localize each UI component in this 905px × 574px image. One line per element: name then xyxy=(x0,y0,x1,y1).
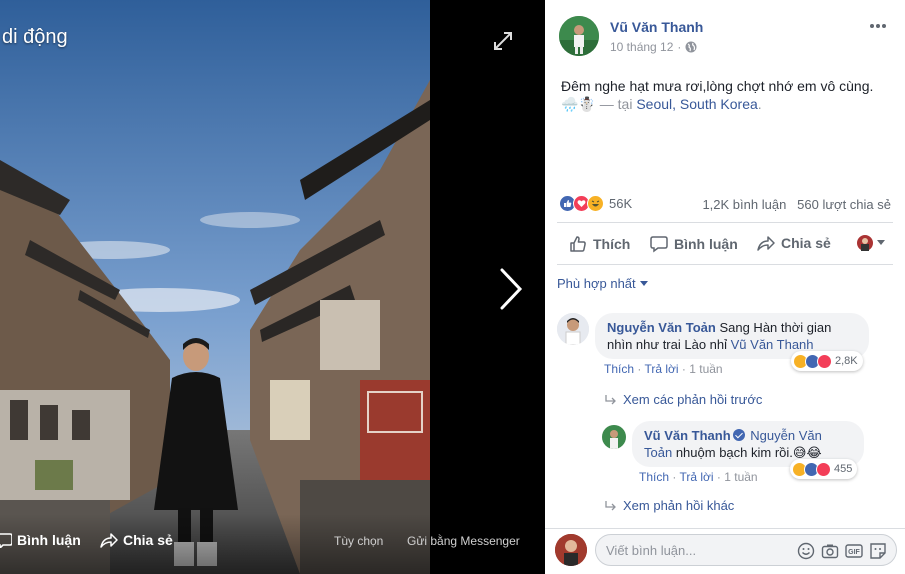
reaction-count: 56K xyxy=(609,196,633,211)
svg-text:GIF: GIF xyxy=(848,549,860,556)
photo-viewer: di động Bình luận Chia sẻ Tùy chọn Gửi b… xyxy=(0,0,905,574)
caret-down-icon xyxy=(877,240,885,245)
comment-label: Bình luận xyxy=(674,236,738,252)
share-arrow-icon xyxy=(757,236,775,251)
stats-right: 1,2K bình luận 560 lượt chia sẻ xyxy=(702,197,891,212)
reply-arrow-icon xyxy=(605,500,616,510)
send-messenger-label: Gửi bằng Messenger xyxy=(407,534,520,548)
post-stats: 56K 1,2K bình luận 560 lượt chia sẻ xyxy=(559,195,891,215)
camera-icon[interactable] xyxy=(821,542,839,560)
author-avatar[interactable] xyxy=(559,16,599,56)
current-user-avatar xyxy=(555,534,587,566)
commenter-name-link[interactable]: Nguyễn Văn Toản xyxy=(607,320,716,335)
comment-reactions[interactable]: 2,8K xyxy=(791,351,863,371)
emoji-icon[interactable] xyxy=(797,542,815,560)
comment-input[interactable]: Viết bình luận... GIF xyxy=(595,534,897,566)
comment-like-link[interactable]: Thích xyxy=(604,362,634,376)
location-prefix: — tại xyxy=(599,96,633,112)
comment-reaction-count: 2,8K xyxy=(835,355,858,367)
thumbs-up-icon xyxy=(570,236,586,252)
post-as-selector[interactable] xyxy=(857,235,885,251)
photo-share-button[interactable]: Chia sẻ xyxy=(100,532,173,548)
globe-icon[interactable] xyxy=(685,41,697,53)
more-options-icon[interactable] xyxy=(868,18,888,34)
share-button[interactable]: Chia sẻ xyxy=(757,235,831,251)
reply-reactions[interactable]: 455 xyxy=(790,459,858,479)
page-avatar-icon xyxy=(857,235,873,251)
photo-title: di động xyxy=(2,26,68,48)
post-body: Đêm nghe hạt mưa rơi,lòng chợt nhớ em vô… xyxy=(561,77,896,113)
send-messenger-link[interactable]: Gửi bằng Messenger xyxy=(407,534,520,548)
comments-count-link[interactable]: 1,2K bình luận xyxy=(702,197,786,212)
post-emoji: 🌧️☃️ xyxy=(561,96,596,112)
reply-like-link[interactable]: Thích xyxy=(639,470,669,484)
shares-count-link[interactable]: 560 lượt chia sẻ xyxy=(797,197,891,212)
photo-options-link[interactable]: Tùy chọn xyxy=(334,534,383,548)
sort-label: Phù hợp nhất xyxy=(557,276,636,291)
photo-comment-label: Bình luận xyxy=(17,532,81,548)
haha-reaction-icon xyxy=(587,195,604,212)
post-actions-bar: Thích Bình luận Chia sẻ xyxy=(557,229,893,259)
reply-reaction-count: 455 xyxy=(834,463,853,475)
sticker-icon[interactable] xyxy=(869,542,887,560)
divider-top xyxy=(557,222,893,223)
comment-input-placeholder: Viết bình luận... xyxy=(606,543,697,558)
comment-icon xyxy=(650,236,668,253)
comment-time[interactable]: 1 tuần xyxy=(689,362,722,376)
comment-sort-dropdown[interactable]: Phù hợp nhất xyxy=(557,276,648,291)
reply-avatar-image xyxy=(602,425,626,449)
location-suffix: . xyxy=(757,96,762,112)
location-link[interactable]: Seoul, South Korea xyxy=(636,96,757,112)
photo-share-label: Chia sẻ xyxy=(123,532,173,548)
reply-arrow-icon xyxy=(605,394,616,404)
reply-text: nhuộm bạch kim rồi. xyxy=(675,445,793,460)
author-avatar-image xyxy=(559,16,599,56)
comment-tag-link[interactable]: Vũ Văn Thanh xyxy=(731,337,814,352)
comment-button[interactable]: Bình luận xyxy=(650,235,738,253)
photo-comment-button[interactable]: Bình luận xyxy=(0,532,81,548)
gif-icon[interactable]: GIF xyxy=(845,542,863,560)
reply-actions: Thích · Trả lời · 1 tuần xyxy=(639,470,758,484)
commenter-avatar-image xyxy=(557,313,589,345)
photo-options-label: Tùy chọn xyxy=(334,534,384,548)
post-meta: 10 tháng 12 · xyxy=(610,40,697,54)
view-earlier-replies-link[interactable]: Xem các phản hồi trước xyxy=(605,392,762,407)
divider-bottom xyxy=(557,264,893,265)
comment-icon xyxy=(0,533,12,548)
current-user-avatar-image xyxy=(555,534,587,566)
like-label: Thích xyxy=(593,236,631,252)
share-arrow-icon xyxy=(100,533,118,548)
photo-image[interactable] xyxy=(0,0,545,574)
comment-reply-link[interactable]: Trả lời xyxy=(644,362,678,376)
reply-avatar[interactable] xyxy=(602,425,626,449)
post-text: Đêm nghe hạt mưa rơi,lòng chợt nhớ em vô… xyxy=(561,78,874,94)
reply-time[interactable]: 1 tuần xyxy=(724,470,757,484)
view-more-replies-label: Xem phản hồi khác xyxy=(623,498,735,513)
commenter-avatar[interactable] xyxy=(557,313,589,345)
meta-separator: · xyxy=(677,40,682,54)
caret-down-icon xyxy=(639,280,648,286)
view-earlier-replies-label: Xem các phản hồi trước xyxy=(623,392,763,407)
like-button[interactable]: Thích xyxy=(569,235,630,253)
post-side-panel: Vũ Văn Thanh 10 tháng 12 · Đêm nghe hạt … xyxy=(545,0,905,574)
reply-emoji: 😅😂 xyxy=(792,445,822,460)
verified-badge-icon xyxy=(732,429,745,441)
reply-reply-link[interactable]: Trả lời xyxy=(679,470,713,484)
reactions-summary[interactable]: 56K xyxy=(559,195,632,212)
comment-composer: Viết bình luận... GIF xyxy=(545,528,905,574)
reply-author-link[interactable]: Vũ Văn Thanh xyxy=(644,428,731,443)
love-reaction-icon xyxy=(817,353,832,369)
next-photo-chevron-icon[interactable] xyxy=(496,266,526,312)
photo-panel: di động Bình luận Chia sẻ Tùy chọn Gửi b… xyxy=(0,0,545,574)
share-label: Chia sẻ xyxy=(781,235,831,251)
expand-icon[interactable] xyxy=(492,30,514,52)
author-name-link[interactable]: Vũ Văn Thanh xyxy=(610,19,703,35)
view-more-replies-link[interactable]: Xem phản hồi khác xyxy=(605,498,734,513)
comment-actions: Thích · Trả lời · 1 tuần xyxy=(604,362,723,376)
love-reaction-icon xyxy=(816,461,831,477)
post-date[interactable]: 10 tháng 12 xyxy=(610,40,673,54)
